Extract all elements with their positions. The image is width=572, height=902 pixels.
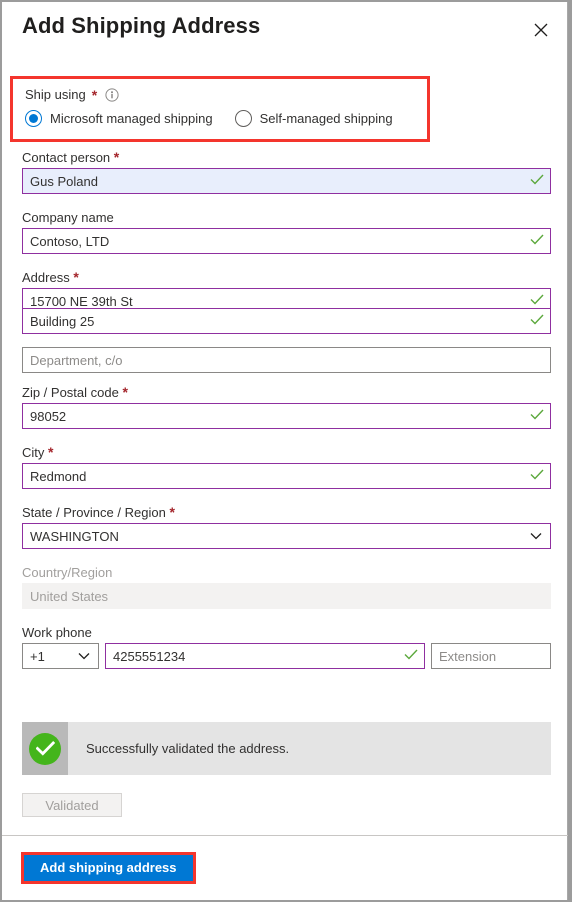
state-label: State / Province / Region * — [22, 505, 551, 520]
city-label: City * — [22, 445, 551, 460]
field-company-name: Company name — [22, 210, 551, 254]
country-region-input — [22, 583, 551, 609]
zip-input-wrap — [22, 403, 551, 429]
work-phone-label: Work phone — [22, 625, 92, 640]
state-select-wrap — [22, 523, 551, 549]
company-name-input-wrap — [22, 228, 551, 254]
radio-microsoft-managed-shipping[interactable]: Microsoft managed shipping — [25, 110, 213, 127]
address-line3-input[interactable] — [22, 347, 551, 373]
contact-person-label-text: Contact person — [22, 150, 111, 165]
radio-self-managed-shipping-label: Self-managed shipping — [259, 111, 393, 126]
contact-person-input-wrap — [22, 168, 551, 194]
country-code-select-wrap — [22, 643, 99, 669]
form-body: Ship using * Microsoft managed shipping — [2, 62, 568, 835]
country-region-label: Country/Region — [22, 565, 113, 580]
page-title: Add Shipping Address — [22, 13, 261, 38]
ship-using-highlight-box: Ship using * Microsoft managed shipping — [10, 76, 430, 142]
extension-input-wrap — [431, 643, 551, 669]
contact-person-label: Contact person * — [22, 150, 551, 165]
country-code-select[interactable] — [22, 643, 99, 669]
extension-input[interactable] — [431, 643, 551, 669]
address-label-text: Address — [22, 270, 70, 285]
required-asterisk: * — [91, 86, 98, 103]
phone-number-input[interactable] — [105, 643, 425, 669]
phone-number-input-wrap — [105, 643, 425, 669]
field-address-line2 — [22, 308, 551, 334]
radio-selected-icon — [25, 110, 42, 127]
field-zip-postal-code: Zip / Postal code * — [22, 385, 551, 429]
country-region-input-wrap — [22, 583, 551, 609]
add-shipping-address-highlight-box: Add shipping address — [21, 852, 196, 884]
add-shipping-address-button[interactable]: Add shipping address — [24, 855, 193, 881]
address-line3-wrap — [22, 347, 551, 373]
city-input[interactable] — [22, 463, 551, 489]
required-asterisk: * — [48, 444, 54, 460]
address-label: Address * — [22, 270, 551, 285]
zip-label-text: Zip / Postal code — [22, 385, 119, 400]
validated-button: Validated — [22, 793, 122, 817]
radio-microsoft-managed-shipping-label: Microsoft managed shipping — [50, 111, 213, 126]
city-label-text: City — [22, 445, 45, 460]
info-icon[interactable] — [105, 87, 119, 102]
ship-using-radio-group: Microsoft managed shipping Self-managed … — [25, 110, 393, 127]
required-asterisk: * — [169, 504, 175, 520]
field-work-phone: Work phone — [22, 625, 551, 669]
ship-using-label: Ship using * — [25, 87, 119, 102]
state-label-text: State / Province / Region — [22, 505, 166, 520]
validation-banner: Successfully validated the address. — [22, 722, 551, 775]
field-city: City * — [22, 445, 551, 489]
zip-input[interactable] — [22, 403, 551, 429]
company-name-input[interactable] — [22, 228, 551, 254]
add-shipping-address-dialog: Add Shipping Address Ship using * Micros… — [2, 2, 568, 900]
state-select[interactable] — [22, 523, 551, 549]
field-contact-person: Contact person * — [22, 150, 551, 194]
ship-using-label-text: Ship using — [25, 87, 86, 102]
success-check-icon — [29, 732, 61, 765]
validation-message: Successfully validated the address. — [86, 741, 290, 756]
required-asterisk: * — [113, 149, 120, 165]
required-asterisk: * — [122, 384, 128, 400]
radio-unselected-icon — [234, 110, 252, 127]
field-state-province-region: State / Province / Region * — [22, 505, 551, 549]
city-input-wrap — [22, 463, 551, 489]
address-line2-wrap — [22, 308, 551, 334]
dialog-header: Add Shipping Address — [2, 2, 567, 62]
zip-label: Zip / Postal code * — [22, 385, 551, 400]
company-name-label: Company name — [22, 210, 114, 225]
dialog-footer: Add shipping address — [2, 835, 568, 900]
work-phone-row — [22, 643, 551, 669]
field-country-region: Country/Region — [22, 565, 551, 609]
field-address-line3 — [22, 347, 551, 373]
address-line2-input[interactable] — [22, 308, 551, 334]
required-asterisk: * — [73, 269, 79, 285]
close-icon[interactable] — [525, 14, 557, 46]
validation-icon-cell — [22, 722, 68, 775]
contact-person-input[interactable] — [22, 168, 551, 194]
radio-self-managed-shipping[interactable]: Self-managed shipping — [234, 110, 393, 127]
